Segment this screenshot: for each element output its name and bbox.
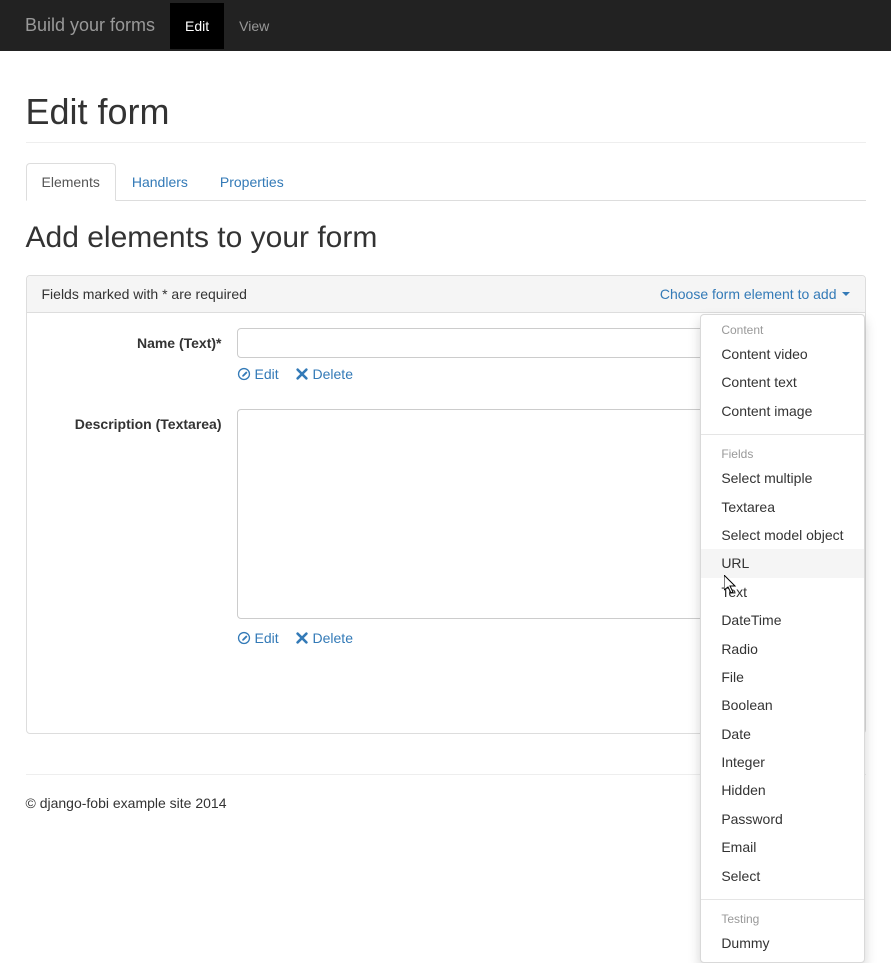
dropdown-header-content: Content (701, 320, 863, 340)
dropdown-item: Select multiple (701, 464, 863, 492)
tab-link-elements[interactable]: Elements (26, 163, 116, 201)
dropdown-item: Integer (701, 748, 863, 776)
dropdown-link-date[interactable]: Date (701, 720, 863, 748)
dropdown-header-fields: Fields (701, 444, 863, 464)
page-title: Edit form (26, 91, 866, 133)
dropdown-link-select-model-object[interactable]: Select model object (701, 521, 863, 549)
edit-name-link[interactable]: Edit (237, 366, 279, 382)
tab-link-handlers[interactable]: Handlers (116, 163, 204, 201)
dropdown-item: URL (701, 549, 863, 577)
page-header: Edit form (26, 51, 866, 143)
tab-link-properties[interactable]: Properties (204, 163, 300, 201)
edit-icon (237, 631, 251, 645)
dropdown-link-hidden[interactable]: Hidden (701, 776, 863, 804)
delete-icon (295, 631, 309, 645)
dropdown-link-datetime[interactable]: DateTime (701, 606, 863, 634)
tab-properties: Properties (204, 163, 300, 201)
dropdown-item: Date (701, 720, 863, 748)
dropdown-link-content-image[interactable]: Content image (701, 397, 863, 425)
edit-label: Edit (255, 366, 279, 382)
add-element-dropdown-toggle[interactable]: Choose form element to add (660, 286, 850, 302)
dropdown-item: Textarea (701, 493, 863, 521)
dropdown-divider (701, 899, 863, 900)
dropdown-item: Dummy (701, 929, 863, 957)
dropdown-link-file[interactable]: File (701, 663, 863, 691)
nav-item-view: View (224, 3, 284, 49)
dropdown-link-boolean[interactable]: Boolean (701, 691, 863, 719)
dropdown-item: Select model object (701, 521, 863, 549)
tab-elements: Elements (26, 163, 116, 201)
dropdown-item: Text (701, 578, 863, 606)
navbar-brand[interactable]: Build your forms (10, 0, 170, 51)
dropdown-link-textarea[interactable]: Textarea (701, 493, 863, 521)
edit-icon (237, 367, 251, 381)
edit-label: Edit (255, 630, 279, 646)
delete-name-link[interactable]: Delete (295, 366, 353, 382)
dropdown-item: Hidden (701, 776, 863, 804)
navbar: Build your forms Edit View (0, 0, 891, 51)
dropdown-link-content-video[interactable]: Content video (701, 340, 863, 368)
form-panel: Fields marked with * are required Choose… (26, 275, 866, 734)
nav-tabs: Elements Handlers Properties (26, 163, 866, 201)
nav-link-edit[interactable]: Edit (170, 3, 224, 49)
delete-description-link[interactable]: Delete (295, 630, 353, 646)
dropdown-link-radio[interactable]: Radio (701, 635, 863, 663)
caret-down-icon (842, 292, 850, 296)
dropdown-item: Password (701, 805, 863, 833)
delete-label: Delete (313, 630, 353, 646)
panel-heading: Fields marked with * are required Choose… (27, 276, 865, 313)
dropdown-link-select[interactable]: Select (701, 862, 863, 890)
dropdown-item: File (701, 663, 863, 691)
dropdown-link-content-text[interactable]: Content text (701, 368, 863, 396)
dropdown-link-integer[interactable]: Integer (701, 748, 863, 776)
section-title: Add elements to your form (26, 221, 866, 255)
dropdown-link-password[interactable]: Password (701, 805, 863, 833)
dropdown-item: Content image (701, 397, 863, 425)
dropdown-divider (701, 434, 863, 435)
dropdown-link-select-multiple[interactable]: Select multiple (701, 464, 863, 492)
dropdown-link-url[interactable]: URL (701, 549, 863, 577)
dropdown-item: DateTime (701, 606, 863, 634)
tab-handlers: Handlers (116, 163, 204, 201)
edit-description-link[interactable]: Edit (237, 630, 279, 646)
label-description: Description (Textarea) (42, 409, 237, 648)
dropdown-item: Content video (701, 340, 863, 368)
dropdown-item: Content text (701, 368, 863, 396)
nav-link-view[interactable]: View (224, 3, 284, 49)
navbar-nav: Edit View (170, 3, 284, 49)
dropdown-link-text[interactable]: Text (701, 578, 863, 606)
delete-icon (295, 367, 309, 381)
delete-label: Delete (313, 366, 353, 382)
dropdown-item: Email (701, 833, 863, 861)
footer-text: © django-fobi example site 2014 (26, 795, 227, 811)
dropdown-label: Choose form element to add (660, 286, 837, 302)
required-notice: Fields marked with * are required (42, 286, 247, 302)
dropdown-header-testing: Testing (701, 909, 863, 929)
dropdown-link-email[interactable]: Email (701, 833, 863, 861)
dropdown-link-dummy[interactable]: Dummy (701, 929, 863, 957)
nav-item-edit: Edit (170, 3, 224, 49)
dropdown-item: Boolean (701, 691, 863, 719)
dropdown-item: Radio (701, 635, 863, 663)
label-name: Name (Text)* (42, 328, 237, 384)
dropdown-item: Select (701, 862, 863, 890)
add-element-dropdown-menu: ContentContent videoContent textContent … (700, 314, 864, 963)
